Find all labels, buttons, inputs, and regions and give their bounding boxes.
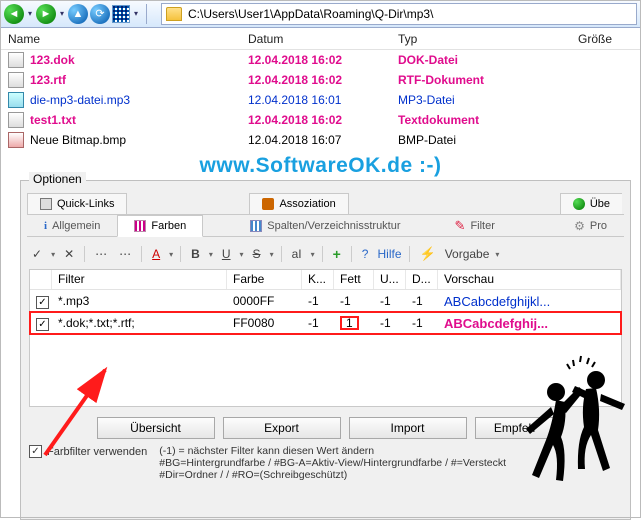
file-icon: [8, 92, 24, 108]
main-toolbar: ◄ ▾ ► ▾ ▲ ⟳ ▾ C:\Users\User1\AppData\Roa…: [0, 0, 641, 28]
address-bar[interactable]: C:\Users\User1\AppData\Roaming\Q-Dir\mp3…: [161, 3, 637, 25]
file-row: Neue Bitmap.bmp 12.04.2018 16:07 BMP-Dat…: [0, 130, 641, 150]
nav-back-icon[interactable]: ◄: [4, 4, 24, 24]
file-icon: [8, 52, 24, 68]
button-row: Übersicht Export Import Empfeh: [29, 417, 622, 439]
fontcolor-icon[interactable]: A: [149, 247, 163, 261]
col-d[interactable]: D...: [406, 270, 438, 289]
tab-allgemein[interactable]: iAllgemein: [27, 215, 117, 236]
gear-icon: ⚙: [574, 219, 585, 233]
options-panel: Optionen Quick-Links Assoziation Übe iAl…: [20, 180, 631, 520]
tab-uber[interactable]: Übe: [560, 193, 622, 214]
col-size[interactable]: Größe: [540, 30, 620, 48]
check-icon[interactable]: ✓: [29, 247, 45, 261]
preset-label[interactable]: Vorgabe: [445, 247, 490, 261]
col-u[interactable]: U...: [374, 270, 406, 289]
export-button[interactable]: Export: [223, 417, 341, 439]
tab-quicklinks[interactable]: Quick-Links: [27, 193, 127, 214]
col-type[interactable]: Typ: [390, 30, 540, 48]
filter-checkbox[interactable]: ✓: [36, 296, 49, 309]
filter-row-highlighted: ✓ *.dok;*.txt;*.rtf; FF0080 -1 1 -1 -1 A…: [30, 312, 621, 334]
use-colorfilter-label: Farbfilter verwenden: [47, 446, 147, 458]
file-row: 123.rtf 12.04.2018 16:02 RTF-Dokument: [0, 70, 641, 90]
use-colorfilter-checkbox[interactable]: ✓: [29, 445, 42, 458]
help-icon[interactable]: ?: [359, 247, 372, 261]
cancel-icon[interactable]: ✕: [61, 247, 77, 261]
strike-icon[interactable]: S: [250, 247, 264, 261]
col-date[interactable]: Datum: [240, 30, 390, 48]
col-name[interactable]: Name: [0, 30, 240, 48]
overview-button[interactable]: Übersicht: [97, 417, 215, 439]
import-button[interactable]: Import: [349, 417, 467, 439]
path-text: C:\Users\User1\AppData\Roaming\Q-Dir\mp3…: [188, 7, 433, 21]
info-icon: i: [44, 220, 47, 232]
dots2-icon[interactable]: ⋯: [116, 247, 134, 261]
col-bold[interactable]: Fett: [334, 270, 374, 289]
file-icon: [8, 112, 24, 128]
view-dropdown[interactable]: ▾: [132, 4, 140, 24]
col-color[interactable]: Farbe: [227, 270, 302, 289]
association-icon: [262, 198, 274, 210]
tab-assoziation[interactable]: Assoziation: [249, 193, 348, 214]
filter-checkbox[interactable]: ✓: [36, 318, 49, 331]
nav-back-dropdown[interactable]: ▾: [26, 4, 34, 24]
col-filter[interactable]: Filter: [52, 270, 227, 289]
footer: ✓ Farbfilter verwenden (-1) = nächster F…: [29, 445, 622, 481]
bold-cell-highlight: 1: [340, 316, 359, 330]
options-top-tabs: Quick-Links Assoziation Übe: [27, 193, 624, 215]
col-preview[interactable]: Vorschau: [438, 270, 621, 289]
add-icon[interactable]: +: [330, 246, 344, 262]
options-sub-tabs: iAllgemein Farben Spalten/Verzeichnisstr…: [27, 215, 624, 237]
tab-farben[interactable]: Farben: [117, 215, 203, 237]
file-list-header: Name Datum Typ Größe: [0, 28, 641, 50]
tab-filter[interactable]: ✎Filter: [438, 215, 512, 236]
chain-icon: [40, 198, 52, 210]
tab-pro[interactable]: ⚙Pro: [557, 215, 624, 236]
filter-header-row: Filter Farbe K... Fett U... D... Vorscha…: [30, 270, 621, 290]
dots-icon[interactable]: ⋯: [92, 247, 110, 261]
nav-up-icon[interactable]: ▲: [68, 4, 88, 24]
col-k[interactable]: K...: [302, 270, 334, 289]
bold-icon[interactable]: B: [188, 247, 203, 261]
filter-table: Filter Farbe K... Fett U... D... Vorscha…: [29, 269, 622, 407]
columns-icon: [250, 220, 262, 232]
file-list[interactable]: 123.dok 12.04.2018 16:02 DOK-Datei 123.r…: [0, 50, 641, 150]
globe-icon: [573, 198, 585, 210]
textstyle-icon[interactable]: aI: [289, 247, 305, 261]
filter-row: ✓ *.mp3 0000FF -1 -1 -1 -1 ABCabcdefghij…: [30, 290, 621, 312]
file-icon: [8, 132, 24, 148]
file-row: die-mp3-datei.mp3 12.04.2018 16:01 MP3-D…: [0, 90, 641, 110]
file-icon: [8, 72, 24, 88]
file-row: test1.txt 12.04.2018 16:02 Textdokument: [0, 110, 641, 130]
file-row: 123.dok 12.04.2018 16:02 DOK-Datei: [0, 50, 641, 70]
preset-icon[interactable]: ⚡: [417, 246, 439, 262]
separator: [146, 4, 147, 24]
recommend-button[interactable]: Empfeh: [475, 417, 555, 439]
nav-fwd-dropdown[interactable]: ▾: [58, 4, 66, 24]
nav-refresh-icon[interactable]: ⟳: [90, 4, 110, 24]
filter-icon: ✎: [455, 218, 466, 234]
options-label: Optionen: [29, 172, 86, 186]
colors-icon: [134, 220, 146, 232]
format-toolbar: ✓▾ ✕ ⋯ ⋯ A▾ B▾ U▾ S▾ aI▾ + ? Hilfe ⚡ Vor…: [29, 243, 622, 265]
tab-spalten[interactable]: Spalten/Verzeichnisstruktur: [233, 215, 417, 236]
watermark: www.SoftwareOK.de :-): [0, 150, 641, 180]
nav-forward-icon[interactable]: ►: [36, 4, 56, 24]
underline-icon[interactable]: U: [219, 247, 234, 261]
help-label[interactable]: Hilfe: [377, 247, 401, 261]
view-grid-icon[interactable]: [112, 5, 130, 23]
folder-icon: [166, 7, 182, 21]
